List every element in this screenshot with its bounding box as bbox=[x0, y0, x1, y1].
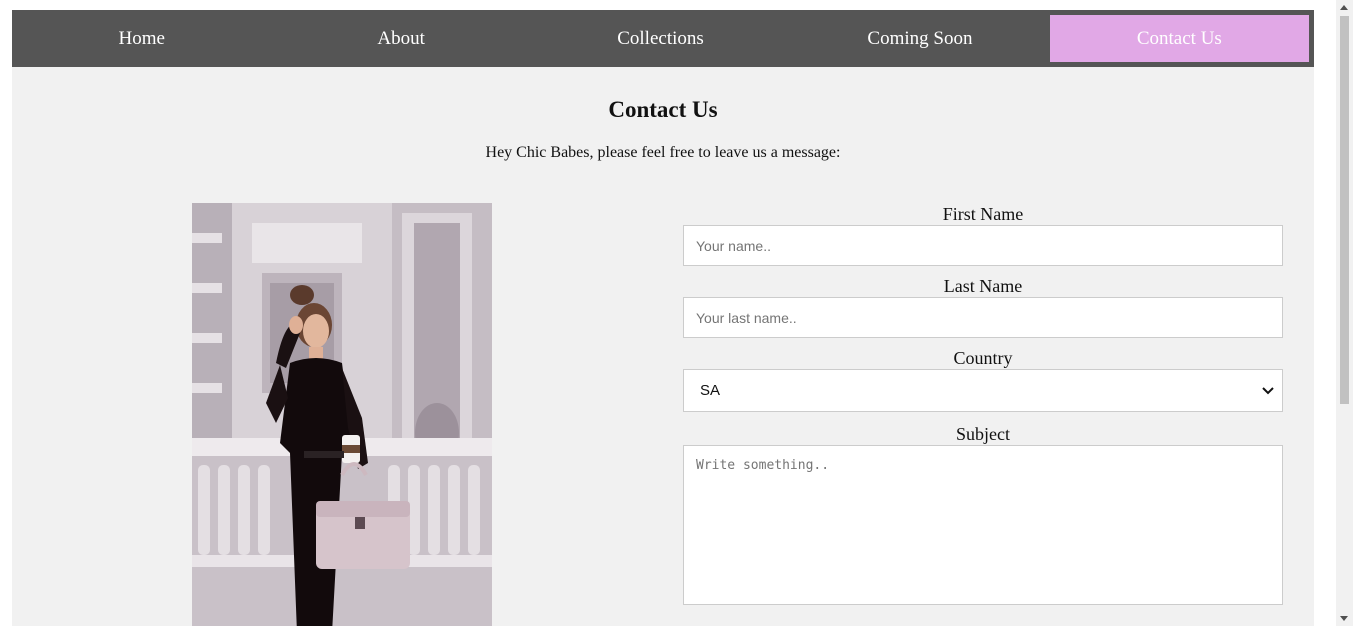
scroll-up-arrow-icon[interactable] bbox=[1340, 5, 1348, 10]
last-name-input[interactable] bbox=[683, 297, 1283, 338]
fashion-photo bbox=[192, 203, 492, 626]
nav-coming-soon[interactable]: Coming Soon bbox=[790, 10, 1049, 67]
country-select[interactable]: SA bbox=[683, 369, 1283, 412]
first-name-label: First Name bbox=[942, 204, 1024, 224]
top-navbar: Home About Collections Coming Soon Conta… bbox=[12, 10, 1314, 67]
subject-label: Subject bbox=[956, 424, 1010, 444]
last-name-label: Last Name bbox=[943, 276, 1023, 296]
chevron-down-icon bbox=[1262, 386, 1274, 394]
nav-about[interactable]: About bbox=[271, 10, 530, 67]
vertical-scrollbar[interactable] bbox=[1336, 0, 1353, 626]
country-label: Country bbox=[953, 348, 1013, 368]
nav-contact-us[interactable]: Contact Us bbox=[1049, 15, 1310, 62]
nav-home[interactable]: Home bbox=[12, 10, 271, 67]
scroll-down-arrow-icon[interactable] bbox=[1340, 616, 1348, 621]
page-container: Home About Collections Coming Soon Conta… bbox=[12, 10, 1314, 626]
contact-form: First Name Last Name Country SA Subject bbox=[683, 203, 1283, 605]
page-subtitle: Hey Chic Babes, please feel free to leav… bbox=[485, 144, 841, 161]
scroll-thumb[interactable] bbox=[1340, 16, 1349, 404]
subject-textarea[interactable] bbox=[683, 445, 1283, 605]
page-title: Contact Us bbox=[608, 97, 718, 122]
first-name-input[interactable] bbox=[683, 225, 1283, 266]
country-selected-value: SA bbox=[700, 382, 721, 399]
nav-collections[interactable]: Collections bbox=[531, 10, 790, 67]
